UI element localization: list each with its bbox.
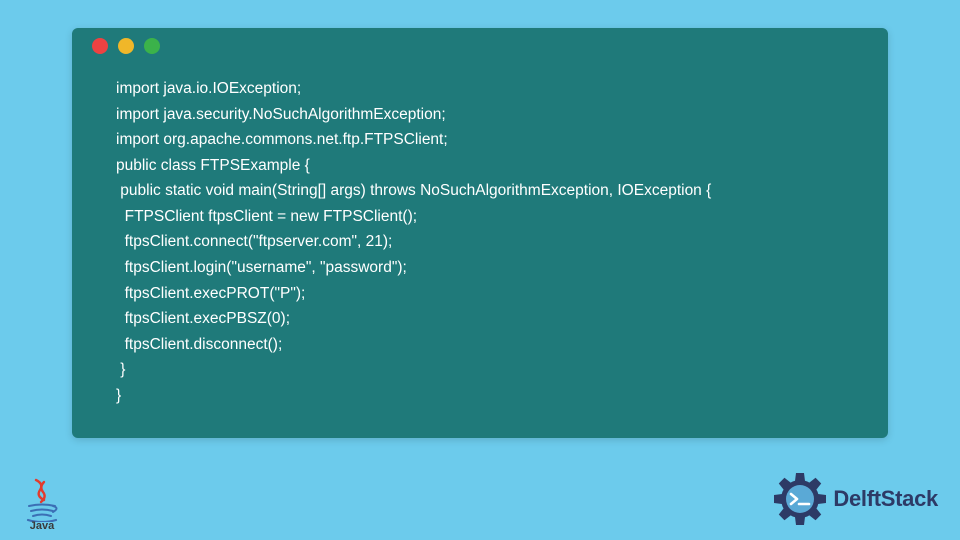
java-cup-icon — [22, 478, 62, 522]
maximize-icon — [144, 38, 160, 54]
delftstack-gear-icon — [773, 472, 827, 526]
java-label: Java — [30, 520, 54, 532]
delftstack-label: DelftStack — [833, 486, 938, 512]
code-block: import java.io.IOException; import java.… — [72, 64, 888, 428]
java-logo: Java — [18, 472, 66, 532]
window-titlebar — [72, 28, 888, 64]
close-icon — [92, 38, 108, 54]
code-window: import java.io.IOException; import java.… — [72, 28, 888, 438]
minimize-icon — [118, 38, 134, 54]
delftstack-logo: DelftStack — [773, 472, 938, 526]
